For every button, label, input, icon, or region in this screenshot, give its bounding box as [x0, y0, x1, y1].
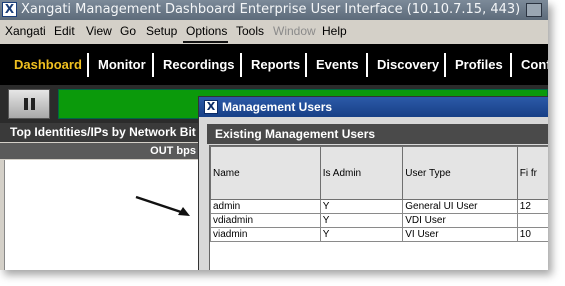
- table-row[interactable]: viadmin Y VI User 10: [210, 227, 548, 242]
- nav-divider: [305, 53, 307, 77]
- cell-extra: 12: [516, 199, 548, 214]
- panel-title: Top Identities/IPs by Network Bit: [0, 123, 200, 142]
- window-title: Xangati Management Dashboard Enterprise …: [21, 2, 521, 17]
- nav-divider: [87, 53, 89, 77]
- column-header-user-type[interactable]: User Type: [402, 146, 518, 200]
- section-title: Existing Management Users: [207, 124, 548, 144]
- tab-discovery[interactable]: Discovery: [377, 54, 439, 76]
- column-header-out-bps: OUT bps: [0, 143, 200, 159]
- tab-events[interactable]: Events: [316, 54, 359, 76]
- menu-bar: Xangati Edit View Go Setup Options Tools…: [0, 20, 548, 42]
- tab-dashboard[interactable]: Dashboard: [14, 54, 82, 76]
- dialog-title-bar[interactable]: X Management Users: [199, 97, 548, 117]
- menu-view[interactable]: View: [86, 20, 112, 42]
- app-icon: X: [204, 100, 218, 114]
- cell-is-admin: Y: [319, 227, 404, 242]
- cell-is-admin: Y: [319, 199, 404, 214]
- tab-recordings[interactable]: Recordings: [163, 54, 235, 76]
- nav-divider: [366, 53, 368, 77]
- cell-extra: 10: [516, 227, 548, 242]
- menu-xangati[interactable]: Xangati: [5, 20, 46, 42]
- menu-go[interactable]: Go: [120, 20, 136, 42]
- table-row[interactable]: admin Y General UI User 12: [210, 199, 548, 214]
- cell-name: vdiadmin: [210, 213, 321, 228]
- menu-help[interactable]: Help: [322, 20, 347, 42]
- pause-button[interactable]: [8, 89, 50, 119]
- options-highlight-underline: [183, 41, 228, 43]
- users-table: Name Is Admin User Type Fi fr admin Y Ge…: [209, 145, 548, 270]
- column-header-name[interactable]: Name: [210, 146, 321, 200]
- menu-window[interactable]: Window: [273, 20, 316, 42]
- column-header-is-admin[interactable]: Is Admin: [319, 146, 404, 200]
- main-nav: Dashboard Monitor Recordings Reports Eve…: [0, 44, 548, 85]
- menu-setup[interactable]: Setup: [146, 20, 177, 42]
- pause-icon: [24, 98, 28, 110]
- pause-icon-bar: [31, 98, 35, 110]
- annotation-arrow: [135, 195, 190, 216]
- minimize-button[interactable]: [526, 3, 542, 17]
- table-row[interactable]: vdiadmin Y VDI User: [210, 213, 548, 228]
- dialog-title: Management Users: [222, 100, 333, 114]
- column-header-truncated[interactable]: Fi fr: [516, 146, 548, 200]
- tab-configuration[interactable]: Confi: [521, 54, 548, 76]
- cell-user-type: General UI User: [402, 199, 518, 214]
- cell-name: admin: [210, 199, 321, 214]
- nav-divider: [444, 53, 446, 77]
- cell-name: viadmin: [210, 227, 321, 242]
- nav-divider: [510, 53, 512, 77]
- cell-user-type: VDI User: [402, 213, 518, 228]
- cell-extra: [516, 213, 548, 228]
- cell-is-admin: Y: [319, 213, 404, 228]
- tab-reports[interactable]: Reports: [251, 54, 300, 76]
- nav-divider: [152, 53, 154, 77]
- app-window: X Xangati Management Dashboard Enterpris…: [0, 0, 548, 270]
- menu-options[interactable]: Options: [186, 20, 227, 42]
- cell-user-type: VI User: [402, 227, 518, 242]
- app-icon: X: [2, 2, 17, 17]
- menu-tools[interactable]: Tools: [236, 20, 264, 42]
- tab-profiles[interactable]: Profiles: [455, 54, 503, 76]
- nav-divider: [240, 53, 242, 77]
- title-bar: X Xangati Management Dashboard Enterpris…: [0, 0, 548, 20]
- tab-monitor[interactable]: Monitor: [98, 54, 146, 76]
- management-users-dialog: X Management Users Existing Management U…: [198, 96, 548, 270]
- menu-edit[interactable]: Edit: [54, 20, 75, 42]
